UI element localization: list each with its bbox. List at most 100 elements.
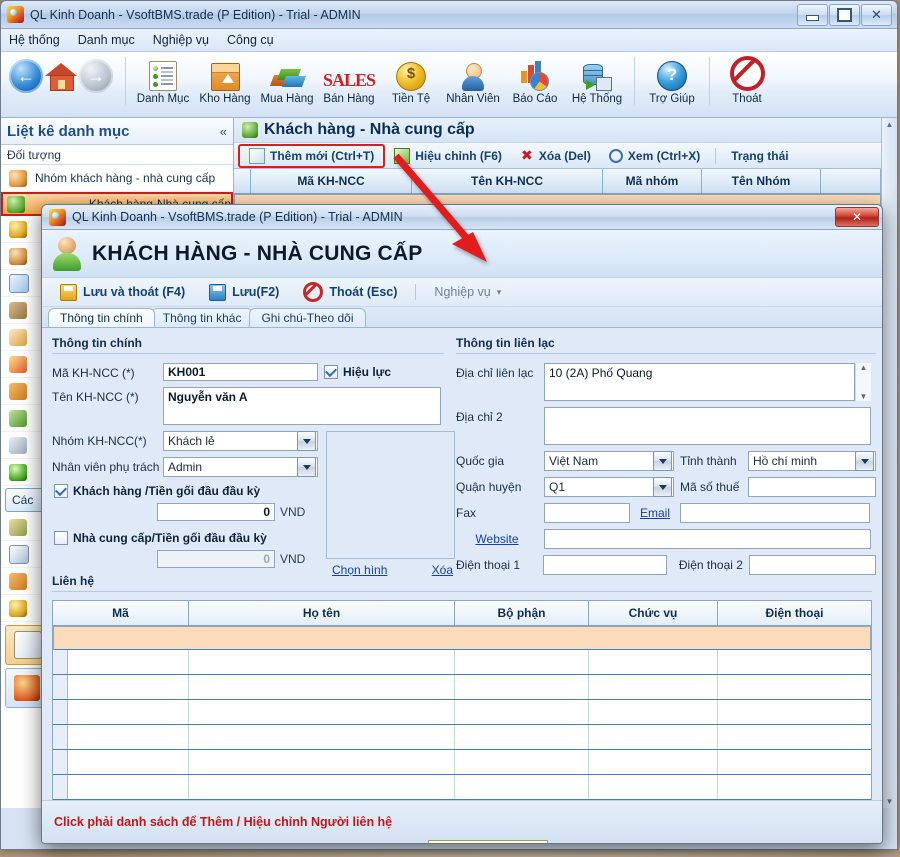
- xoa-button[interactable]: ✖ Xóa (Del): [511, 147, 600, 165]
- chevron-down-icon[interactable]: [653, 451, 672, 471]
- hieu-chinh-button[interactable]: Hiệu chỉnh (F6): [385, 146, 511, 166]
- quan-huyen-select[interactable]: Q1: [544, 477, 674, 497]
- email-input[interactable]: [680, 503, 870, 523]
- scroll-up-icon[interactable]: ▲: [860, 363, 868, 372]
- back-icon[interactable]: ←: [9, 59, 43, 93]
- quoc-gia-select[interactable]: Việt Nam: [544, 451, 674, 471]
- trang-thai-button[interactable]: Trạng thái: [722, 147, 797, 165]
- toolbar-button-kho-hang[interactable]: Kho Hàng: [194, 55, 256, 105]
- sidebar-item-nhom-khach-hang[interactable]: Nhóm khách hàng - nhà cung cấp: [1, 165, 233, 192]
- sidebar-header: Liệt kê danh mục «: [1, 118, 233, 145]
- collapse-icon[interactable]: «: [220, 124, 227, 139]
- hieu-luc-checkbox[interactable]: [324, 365, 338, 379]
- table-row[interactable]: [53, 675, 871, 700]
- thoat-button[interactable]: Thoát (Esc): [291, 282, 409, 302]
- column-header-chuc-vu[interactable]: Chức vụ: [589, 601, 718, 625]
- table-row[interactable]: [53, 700, 871, 725]
- toolbar-label: Bán Hàng: [323, 93, 375, 105]
- tab-ghi-chu-theo-doi[interactable]: Ghi chú-Theo dõi: [249, 308, 366, 327]
- scroll-up-icon[interactable]: ▲: [886, 120, 894, 129]
- sidebar-title: Liệt kê danh mục: [7, 122, 130, 140]
- tinh-thanh-select[interactable]: Hồ chí minh: [748, 451, 876, 471]
- forward-icon[interactable]: →: [79, 59, 113, 93]
- chevron-down-icon[interactable]: [297, 457, 316, 477]
- toolbar-button-he-thong[interactable]: Hệ Thống: [566, 55, 628, 105]
- menu-item-cong-cu[interactable]: Công cụ: [227, 33, 274, 47]
- table-row[interactable]: [53, 725, 871, 750]
- xem-button[interactable]: Xem (Ctrl+X): [600, 147, 709, 165]
- nghiep-vu-menu[interactable]: Nghiệp vụ ▾: [422, 285, 513, 299]
- khach-hang-checkbox-group[interactable]: Khách hàng /Tiền gối đầu đầu kỳ: [54, 484, 318, 498]
- button-label: Xóa (Del): [538, 148, 591, 163]
- chevron-down-icon[interactable]: [653, 477, 672, 497]
- toolbar-button-thoat[interactable]: Thoát: [716, 55, 778, 105]
- button-label: Trạng thái: [731, 148, 789, 163]
- address-scrollbar[interactable]: ▲ ▼: [855, 363, 871, 401]
- column-header-ma-kh-ncc[interactable]: Mã KH-NCC: [251, 169, 412, 193]
- toolbar-label: Mua Hàng: [260, 93, 314, 105]
- dialog-titlebar: QL Kinh Doanh - VsoftBMS.trade (P Editio…: [42, 205, 882, 230]
- table-row[interactable]: [53, 626, 871, 650]
- toolbar-button-ban-hang[interactable]: SALES Bán Hàng: [318, 55, 380, 105]
- tab-thong-tin-khac[interactable]: Thông tin khác: [150, 308, 254, 327]
- website-input[interactable]: [544, 529, 871, 549]
- column-header-dien-thoai[interactable]: Điện thoại: [718, 601, 871, 625]
- nhom-kh-ncc-select[interactable]: Khách lẻ: [163, 431, 318, 451]
- status-message: Click phải danh sách để Thêm / Hiệu chỉn…: [54, 815, 393, 829]
- dialog-title: QL Kinh Doanh - VsoftBMS.trade (P Editio…: [72, 210, 403, 224]
- photo-placeholder[interactable]: [326, 431, 455, 559]
- hieu-luc-checkbox-group[interactable]: Hiệu lực: [324, 365, 391, 379]
- dia-chi-lien-lac-input[interactable]: 10 (2A) Phố Quang: [544, 363, 855, 401]
- table-row[interactable]: [53, 775, 871, 800]
- close-button[interactable]: ✕: [861, 3, 892, 26]
- tab-thong-tin-chinh[interactable]: Thông tin chính: [48, 308, 155, 327]
- column-header-ma-nhom[interactable]: Mã nhóm: [603, 169, 702, 193]
- column-header-ma[interactable]: Mã: [53, 601, 189, 625]
- vertical-scrollbar[interactable]: ▲ ▼: [881, 118, 897, 808]
- toolbar-button-bao-cao[interactable]: Báo Cáo: [504, 55, 566, 105]
- column-header-ten-nhom[interactable]: Tên Nhóm: [702, 169, 821, 193]
- fax-input[interactable]: [544, 503, 630, 523]
- column-header-extra[interactable]: [821, 169, 881, 193]
- ma-kh-ncc-input[interactable]: KH001: [163, 363, 318, 381]
- ma-so-thue-input[interactable]: [748, 477, 876, 497]
- menu-item-danh-muc[interactable]: Danh mục: [78, 33, 135, 47]
- menu-item-nghiep-vu[interactable]: Nghiệp vụ: [153, 33, 209, 47]
- sales-icon: SALES: [322, 70, 376, 90]
- nha-cung-cap-checkbox[interactable]: [54, 531, 68, 545]
- scroll-down-icon[interactable]: ▼: [886, 797, 894, 806]
- maximize-button[interactable]: [829, 3, 860, 26]
- toolbar-button-tro-giup[interactable]: ? Trợ Giúp: [641, 55, 703, 105]
- luu-va-thoat-button[interactable]: Lưu và thoát (F4): [48, 283, 197, 301]
- table-row[interactable]: [53, 650, 871, 675]
- khach-hang-amount-input[interactable]: 0: [157, 503, 275, 521]
- column-header-ten-kh-ncc[interactable]: Tên KH-NCC: [412, 169, 603, 193]
- toolbar-button-mua-hang[interactable]: Mua Hàng: [256, 55, 318, 105]
- toolbar-button-danh-muc[interactable]: Danh Mục: [132, 55, 194, 105]
- dien-thoai-2-input[interactable]: [748, 555, 876, 575]
- them-moi-button[interactable]: Thêm mới (Ctrl+T): [238, 143, 386, 168]
- menu-item-he-thong[interactable]: Hệ thống: [9, 33, 60, 47]
- chevron-down-icon[interactable]: [855, 451, 874, 471]
- column-header-bo-phan[interactable]: Bộ phận: [455, 601, 589, 625]
- toolbar-button-tien-te[interactable]: Tiền Tệ: [380, 55, 442, 105]
- table-row[interactable]: [53, 750, 871, 775]
- dialog-close-button[interactable]: ✕: [835, 207, 879, 227]
- toolbar-button-nhan-vien[interactable]: Nhân Viên: [442, 55, 504, 105]
- ten-kh-ncc-input[interactable]: Nguyễn văn A: [163, 387, 441, 425]
- website-link[interactable]: Website: [456, 529, 538, 546]
- label-ma-so-thue: Mã số thuế: [680, 480, 740, 494]
- dien-thoai-1-input[interactable]: [543, 555, 668, 575]
- scroll-down-icon[interactable]: ▼: [860, 392, 868, 401]
- column-header-ho-ten[interactable]: Họ tên: [189, 601, 455, 625]
- chevron-down-icon[interactable]: [297, 431, 316, 451]
- nhan-vien-select[interactable]: Admin: [163, 457, 318, 477]
- home-icon[interactable]: [44, 61, 78, 91]
- nha-cung-cap-checkbox-group[interactable]: Nhà cung cấp/Tiền gối đầu đầu kỳ: [54, 531, 318, 545]
- dia-chi-2-input[interactable]: [544, 407, 871, 445]
- luu-button[interactable]: Lưu(F2): [197, 283, 291, 301]
- email-link[interactable]: Email: [636, 503, 674, 520]
- minimize-button[interactable]: [797, 3, 828, 26]
- document-icon: [9, 544, 29, 564]
- khach-hang-checkbox[interactable]: [54, 484, 68, 498]
